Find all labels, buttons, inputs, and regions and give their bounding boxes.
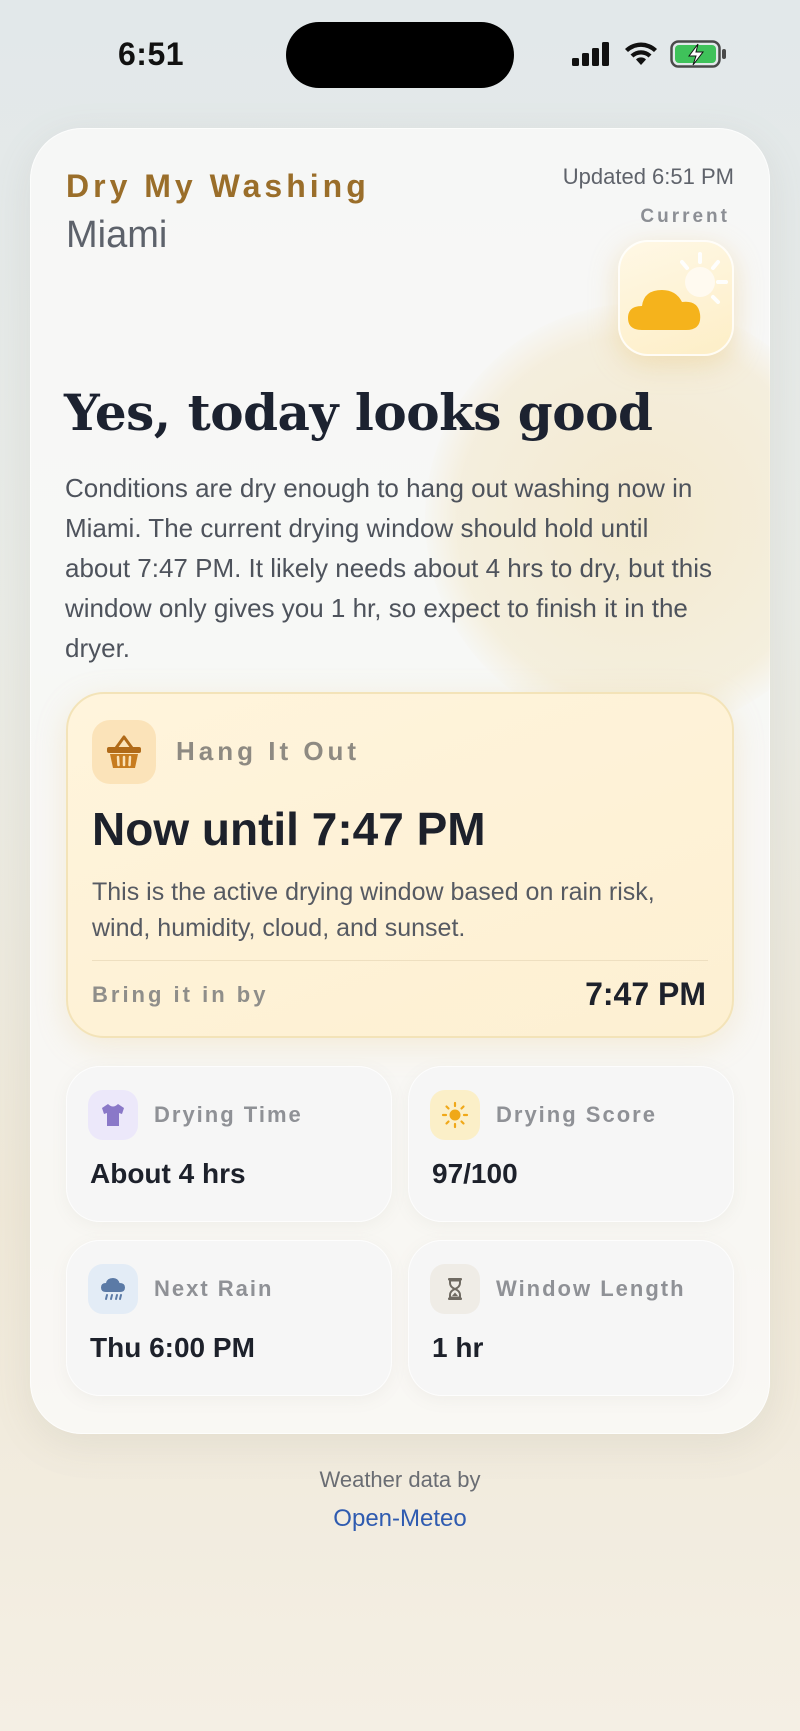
stat-value: Thu 6:00 PM xyxy=(90,1332,255,1363)
tshirt-icon xyxy=(88,1090,138,1140)
sun-icon xyxy=(430,1090,480,1140)
wifi-icon xyxy=(624,42,658,66)
stat-drying-time: Drying Time About 4 hrs xyxy=(66,1066,392,1222)
basket-icon xyxy=(92,720,156,784)
drying-window: Now until 7:47 PM xyxy=(92,803,486,855)
partly-cloudy-sun-icon xyxy=(618,240,734,356)
cellular-signal-icon xyxy=(572,42,612,66)
status-icons xyxy=(572,40,728,68)
hang-out-title: Hang It Out xyxy=(176,736,361,766)
hang-out-panel: Hang It Out Now until 7:47 PM This is th… xyxy=(66,692,734,1038)
data-credit: Weather data by xyxy=(319,1467,481,1492)
status-bar: 6:51 xyxy=(0,0,800,110)
stat-value: 97/100 xyxy=(432,1158,518,1189)
drying-window-description: This is the active drying window based o… xyxy=(92,878,655,942)
stat-next-rain: Next Rain Thu 6:00 PM xyxy=(66,1240,392,1396)
stat-window-length: Window Length 1 hr xyxy=(408,1240,734,1396)
status-time: 6:51 xyxy=(118,36,185,72)
open-meteo-link[interactable]: Open-Meteo xyxy=(0,1505,800,1533)
bring-in-label: Bring it in by xyxy=(92,982,269,1007)
verdict-headline: Yes, today looks good xyxy=(64,383,653,442)
verdict-summary: Conditions are dry enough to hang out wa… xyxy=(65,473,712,663)
stat-drying-score: Drying Score 97/100 xyxy=(408,1066,734,1222)
hourglass-icon xyxy=(430,1264,480,1314)
bring-in-time: 7:47 PM xyxy=(585,976,706,1012)
stat-label: Next Rain xyxy=(154,1276,274,1301)
rain-cloud-icon xyxy=(88,1264,138,1314)
forecast-card: Dry My Washing Miami Updated 6:51 PM Cur… xyxy=(30,128,770,1434)
stat-value: 1 hr xyxy=(432,1332,484,1363)
stat-label: Window Length xyxy=(496,1276,686,1301)
updated-time: Updated 6:51 PM xyxy=(562,164,734,189)
dynamic-island xyxy=(286,22,514,88)
stat-value: About 4 hrs xyxy=(90,1158,246,1189)
divider xyxy=(92,960,708,961)
battery-charging-icon xyxy=(670,40,728,68)
app-brand: Dry My Washing xyxy=(66,168,370,204)
stat-label: Drying Time xyxy=(154,1102,303,1127)
stat-label: Drying Score xyxy=(496,1102,657,1127)
city-name: Miami xyxy=(66,214,168,256)
current-label: Current xyxy=(640,206,730,227)
